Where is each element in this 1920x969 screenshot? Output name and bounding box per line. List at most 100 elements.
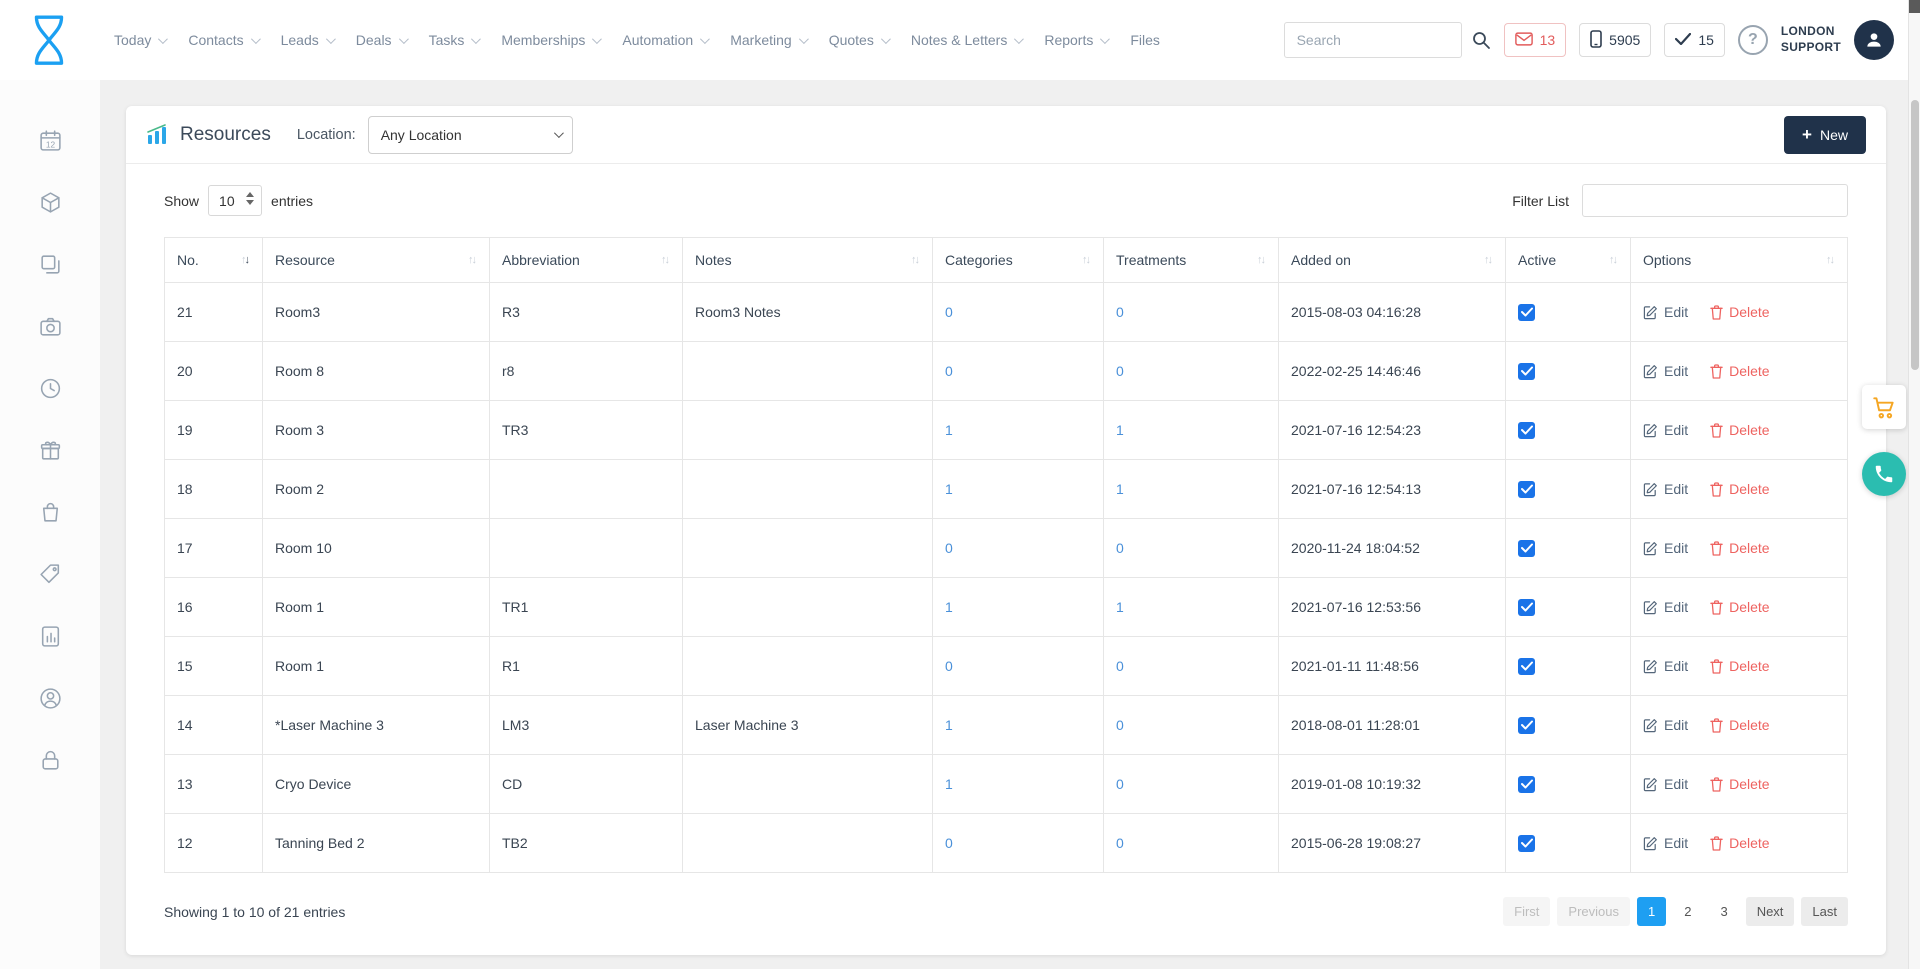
table-column-header[interactable]: Resource ↑↓ (263, 238, 490, 283)
categories-link[interactable]: 1 (945, 422, 953, 438)
active-checkbox[interactable] (1518, 658, 1535, 675)
history-icon[interactable] (38, 376, 63, 401)
pagination-last[interactable]: Last (1801, 897, 1848, 926)
phone-indicator[interactable]: 5905 (1579, 23, 1651, 57)
package-icon[interactable] (38, 190, 63, 215)
treatments-link[interactable]: 1 (1116, 422, 1124, 438)
categories-link[interactable]: 0 (945, 540, 953, 556)
delete-button[interactable]: Delete (1710, 481, 1769, 497)
delete-button[interactable]: Delete (1710, 304, 1769, 320)
treatments-link[interactable]: 1 (1116, 481, 1124, 497)
nav-menu-item[interactable]: Notes & Letters (911, 32, 1022, 48)
treatments-link[interactable]: 0 (1116, 304, 1124, 320)
categories-link[interactable]: 1 (945, 776, 953, 792)
app-logo[interactable] (26, 13, 72, 67)
categories-link[interactable]: 0 (945, 658, 953, 674)
treatments-link[interactable]: 0 (1116, 717, 1124, 733)
edit-button[interactable]: Edit (1643, 658, 1688, 674)
calendar-icon[interactable]: 12 (38, 128, 63, 153)
scrollbar[interactable] (1908, 0, 1920, 969)
nav-menu-item[interactable]: Contacts (188, 32, 257, 48)
active-checkbox[interactable] (1518, 599, 1535, 616)
nav-menu-item[interactable]: Deals (356, 32, 406, 48)
treatments-link[interactable]: 0 (1116, 540, 1124, 556)
avatar[interactable] (1854, 20, 1894, 60)
lock-icon[interactable] (38, 748, 63, 773)
treatments-link[interactable]: 1 (1116, 599, 1124, 615)
copy-icon[interactable] (38, 252, 63, 277)
search-icon[interactable] (1471, 30, 1491, 50)
camera-icon[interactable] (38, 314, 63, 339)
tag-icon[interactable] (38, 562, 63, 587)
nav-menu-item[interactable]: Files (1130, 32, 1160, 48)
delete-button[interactable]: Delete (1710, 422, 1769, 438)
delete-button[interactable]: Delete (1710, 776, 1769, 792)
delete-button[interactable]: Delete (1710, 658, 1769, 674)
active-checkbox[interactable] (1518, 481, 1535, 498)
active-checkbox[interactable] (1518, 304, 1535, 321)
categories-link[interactable]: 0 (945, 304, 953, 320)
categories-link[interactable]: 1 (945, 481, 953, 497)
support-icon[interactable] (38, 686, 63, 711)
nav-menu-item[interactable]: Memberships (501, 32, 599, 48)
table-column-header[interactable]: Active ↑↓ (1506, 238, 1631, 283)
pagination-page-1[interactable]: 1 (1637, 897, 1666, 926)
active-checkbox[interactable] (1518, 776, 1535, 793)
active-checkbox[interactable] (1518, 363, 1535, 380)
new-button[interactable]: + New (1784, 116, 1866, 154)
pagination-next[interactable]: Next (1746, 897, 1795, 926)
delete-button[interactable]: Delete (1710, 599, 1769, 615)
treatments-link[interactable]: 0 (1116, 658, 1124, 674)
nav-menu-item[interactable]: Reports (1044, 32, 1107, 48)
edit-button[interactable]: Edit (1643, 422, 1688, 438)
delete-button[interactable]: Delete (1710, 363, 1769, 379)
treatments-link[interactable]: 0 (1116, 835, 1124, 851)
scrollbar-thumb[interactable] (1911, 100, 1919, 370)
mail-indicator[interactable]: 13 (1504, 23, 1567, 57)
table-column-header[interactable]: Notes ↑↓ (683, 238, 933, 283)
edit-button[interactable]: Edit (1643, 599, 1688, 615)
categories-link[interactable]: 1 (945, 599, 953, 615)
pagination-page-2[interactable]: 2 (1673, 897, 1702, 926)
report-icon[interactable] (38, 624, 63, 649)
pagination-page-3[interactable]: 3 (1709, 897, 1738, 926)
nav-menu-item[interactable]: Today (114, 32, 165, 48)
filter-input[interactable] (1582, 184, 1848, 217)
nav-menu-item[interactable]: Leads (281, 32, 333, 48)
edit-button[interactable]: Edit (1643, 835, 1688, 851)
phone-call-icon[interactable] (1862, 452, 1906, 496)
edit-button[interactable]: Edit (1643, 304, 1688, 320)
table-column-header[interactable]: Options ↑↓ (1631, 238, 1848, 283)
categories-link[interactable]: 0 (945, 363, 953, 379)
pagination-first[interactable]: First (1503, 897, 1550, 926)
tasks-indicator[interactable]: 15 (1664, 23, 1725, 57)
nav-menu-item[interactable]: Marketing (730, 32, 805, 48)
treatments-link[interactable]: 0 (1116, 776, 1124, 792)
table-column-header[interactable]: Abbreviation ↑↓ (490, 238, 683, 283)
active-checkbox[interactable] (1518, 540, 1535, 557)
active-checkbox[interactable] (1518, 422, 1535, 439)
categories-link[interactable]: 1 (945, 717, 953, 733)
edit-button[interactable]: Edit (1643, 776, 1688, 792)
edit-button[interactable]: Edit (1643, 540, 1688, 556)
active-checkbox[interactable] (1518, 835, 1535, 852)
table-column-header[interactable]: Treatments ↑↓ (1104, 238, 1279, 283)
delete-button[interactable]: Delete (1710, 835, 1769, 851)
pagination-previous[interactable]: Previous (1557, 897, 1630, 926)
table-column-header[interactable]: No. ↑↓ (165, 238, 263, 283)
edit-button[interactable]: Edit (1643, 481, 1688, 497)
delete-button[interactable]: Delete (1710, 717, 1769, 733)
delete-button[interactable]: Delete (1710, 540, 1769, 556)
edit-button[interactable]: Edit (1643, 363, 1688, 379)
nav-menu-item[interactable]: Quotes (829, 32, 888, 48)
location-select[interactable]: Any Location (368, 116, 573, 154)
table-column-header[interactable]: Categories ↑↓ (933, 238, 1104, 283)
gift-icon[interactable] (38, 438, 63, 463)
nav-menu-item[interactable]: Tasks (429, 32, 479, 48)
cart-icon[interactable] (1862, 385, 1906, 429)
treatments-link[interactable]: 0 (1116, 363, 1124, 379)
entries-count-stepper[interactable]: 10 (208, 185, 262, 216)
shopping-bag-icon[interactable] (38, 500, 63, 525)
search-input[interactable] (1284, 22, 1462, 58)
active-checkbox[interactable] (1518, 717, 1535, 734)
